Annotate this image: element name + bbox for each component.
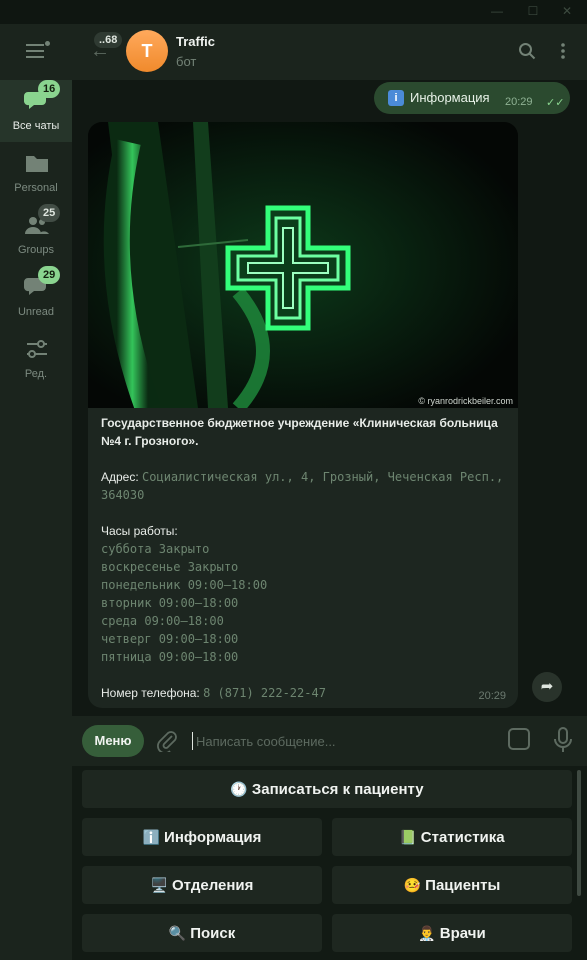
phone-label: Номер телефона: [101,686,200,700]
doctor-icon: 👨‍⚕️ [418,925,436,941]
avatar[interactable]: T [126,30,168,72]
photo-credit: © ryanrodrickbeiler.com [418,396,513,406]
info-icon: i [388,90,404,106]
message-text: Информация [410,90,490,105]
title-bar: — ☐ ✕ [0,0,587,24]
hours-wednesday: среда 09:00–18:00 [101,614,224,628]
chat-header: ← ..68 T Traffic бот [72,24,587,80]
outgoing-message[interactable]: i Информация 20:29 ✓✓ [374,82,570,114]
bot-keyboard-toggle-icon[interactable] [508,728,530,750]
folder-label: Groups [17,244,55,256]
folder-label: Personal [14,182,58,194]
address-row: Адрес: Социалистическая ул., 4, Грозный,… [101,468,506,504]
phone-value[interactable]: 8 (871) 222-22-47 [203,686,326,700]
more-options-icon[interactable] [554,42,572,60]
button-label: Отделения [172,877,254,894]
hours-label: Часы работы: [101,524,178,538]
attach-icon[interactable] [156,730,178,752]
unread-counter-badge: ..68 [94,32,123,48]
forward-icon[interactable]: ➦ [532,672,562,702]
hours-thursday: четверг 09:00–18:00 [101,632,239,646]
button-label: Врачи [439,925,486,942]
computer-icon: 🖥️ [150,877,169,893]
info-button[interactable]: ℹ️ Информация [82,818,322,856]
patients-button[interactable]: 🤒 Пациенты [332,866,572,904]
button-label: Статистика [420,829,505,846]
folder-personal[interactable]: Personal [0,142,72,204]
clock-icon: 🕐 [230,781,248,797]
sick-face-icon: 🤒 [403,877,422,893]
chat-status: бот [176,54,197,69]
hours-tuesday: вторник 09:00–18:00 [101,596,239,610]
close-icon[interactable]: ✕ [560,4,574,18]
folder-label: Ред. [24,368,48,380]
compose-bar: Меню [72,716,587,766]
address-label: Адрес: [101,470,139,484]
telegram-window: — ☐ ✕ 16 Все чаты Personal 25 Groups 29 … [0,0,587,960]
folder-badge: 29 [38,266,61,284]
hours-saturday: суббота Закрыто [101,542,210,556]
button-label: Записаться к пациенту [251,781,424,798]
message-time: 20:29 [505,96,533,108]
hours-monday: понедельник 09:00–18:00 [101,578,268,592]
message-time: 20:29 [478,690,506,702]
address-value[interactable]: Социалистическая ул., 4, Грозный, Чеченс… [101,470,503,502]
double-check-icon: ✓✓ [546,97,565,109]
folder-edit[interactable]: Ред. [0,328,72,390]
bot-keyboard: 🕐 Записаться к пациенту ℹ️ Информация 📗 Ста… [72,766,587,960]
minimize-icon[interactable]: — [490,4,504,18]
info-icon: ℹ️ [142,829,161,845]
search-icon[interactable] [518,42,536,60]
maximize-icon[interactable]: ☐ [526,4,540,18]
message-input[interactable] [196,729,496,753]
folder-icon [26,156,48,172]
hours-sunday: воскресенье Закрыто [101,560,239,574]
folder-groups[interactable]: 25 Groups [0,204,72,266]
keyboard-scrollbar[interactable] [577,770,581,896]
green-book-icon: 📗 [399,829,417,845]
folder-all-chats[interactable]: 16 Все чаты [0,80,72,142]
institution-title: Государственное бюджетное учреждение «Кл… [101,416,498,448]
folder-label: Все чаты [12,120,60,132]
bot-menu-button[interactable]: Меню [82,725,144,757]
main-menu-icon[interactable] [26,41,50,58]
folder-label: Unread [17,306,55,318]
statistics-button[interactable]: 📗 Статистика [332,818,572,856]
text-caret [192,732,193,750]
message-body: Государственное бюджетное учреждение «Кл… [101,414,506,702]
folder-badge: 25 [38,204,61,222]
neon-cross-image [88,122,518,408]
folder-unread[interactable]: 29 Unread [0,266,72,328]
message-list[interactable]: i Информация 20:29 ✓✓ © ryanrodrickbeile… [72,80,587,716]
chat-title[interactable]: Traffic [176,34,215,49]
phone-row: Номер телефона: 8 (871) 222-22-47 [101,684,506,702]
button-label: Поиск [190,925,236,942]
pharmacy-cross-photo[interactable]: © ryanrodrickbeiler.com [88,122,518,408]
button-label: Информация [164,829,262,846]
microphone-icon[interactable] [552,726,574,754]
doctors-button[interactable]: 👨‍⚕️ Врачи [332,914,572,952]
folders-sidebar: 16 Все чаты Personal 25 Groups 29 Unread [0,24,72,960]
search-button[interactable]: 🔍 Поиск [82,914,322,952]
edit-filters-icon [27,340,47,358]
book-patient-button[interactable]: 🕐 Записаться к пациенту [82,770,572,808]
departments-button[interactable]: 🖥️ Отделения [82,866,322,904]
folder-badge: 16 [38,80,61,98]
magnifier-icon: 🔍 [168,925,187,941]
incoming-message[interactable]: © ryanrodrickbeiler.com Государственное … [88,122,518,708]
hours-friday: пятница 09:00–18:00 [101,650,239,664]
button-label: Пациенты [425,877,501,894]
